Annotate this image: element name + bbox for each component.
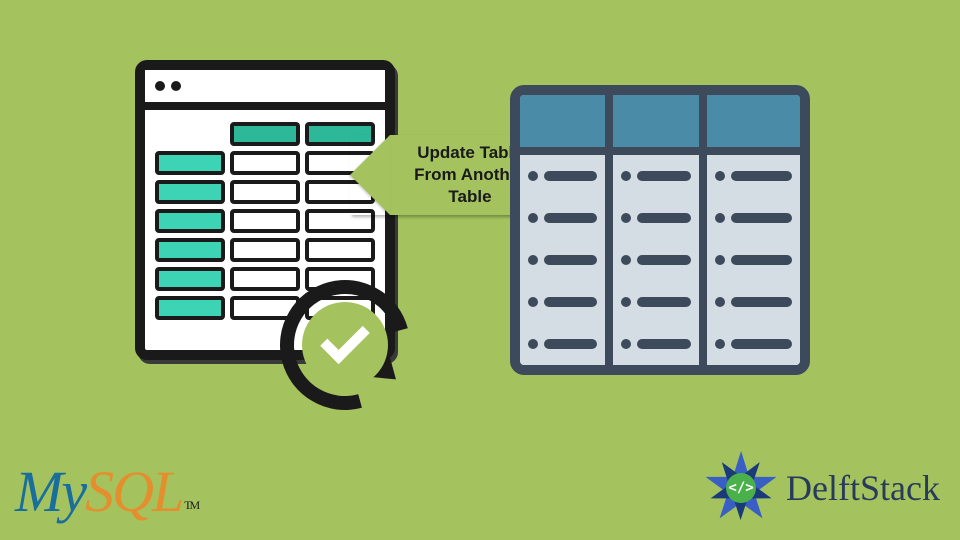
ss-row-header [155,151,225,175]
ss-cell [305,238,375,262]
db-cell [613,323,706,365]
mysql-sql: SQL [85,458,182,525]
db-cell [707,155,800,197]
window-dot [155,81,165,91]
db-cell [613,197,706,239]
ss-row-header [155,267,225,291]
check-icon [320,315,369,364]
ss-row-header [155,238,225,262]
mysql-my: My [15,458,85,525]
code-icon: </> [726,473,756,503]
db-cell [520,281,613,323]
db-cell [707,281,800,323]
ss-row-header [155,296,225,320]
mysql-logo: MySQLTM [15,458,198,525]
mysql-tm: TM [184,498,198,513]
arrow-head-icon [350,135,390,215]
delftstack-text: DelftStack [786,467,940,509]
ss-cell [230,209,300,233]
ss-cell [230,238,300,262]
db-cell [520,239,613,281]
refresh-check-icon [280,280,410,410]
window-dot [171,81,181,91]
check-circle [302,302,388,388]
db-cell [707,197,800,239]
db-header-cell [613,95,706,155]
db-cell [613,281,706,323]
db-header-cell [520,95,613,155]
db-cell [520,197,613,239]
ss-row-header [155,180,225,204]
db-cell [707,323,800,365]
db-cell [707,239,800,281]
delftstack-logo: </> DelftStack [704,451,940,525]
db-cell [613,155,706,197]
db-cell [613,239,706,281]
ss-cell [230,151,300,175]
db-cell [520,155,613,197]
browser-header [145,70,385,110]
db-cell [520,323,613,365]
db-header-cell [707,95,800,155]
database-table-icon [510,85,810,375]
ss-row-header [155,209,225,233]
delftstack-icon: </> [704,451,778,525]
ss-cell [230,180,300,204]
ss-header-cell [230,122,300,146]
